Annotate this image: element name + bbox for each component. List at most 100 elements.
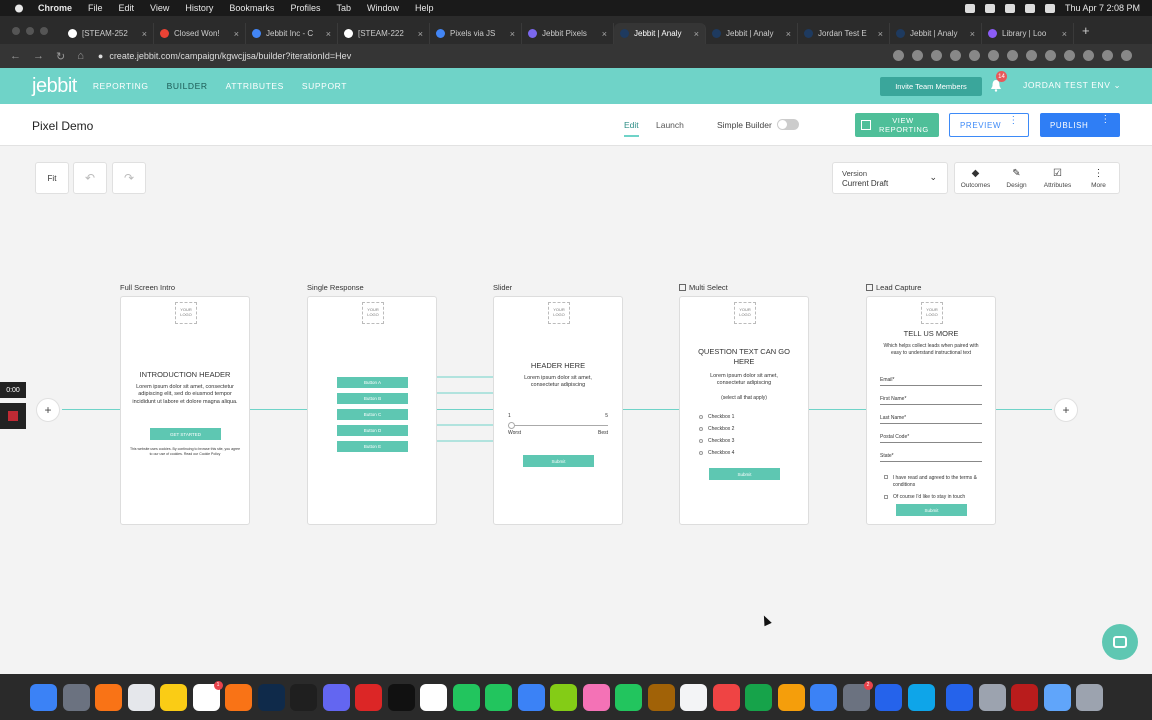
- tab-edit[interactable]: Edit: [624, 120, 639, 137]
- answer-button-c[interactable]: Button C: [337, 409, 408, 420]
- answer-button-b[interactable]: Button B: [337, 393, 408, 404]
- skype-app[interactable]: [907, 683, 935, 711]
- browser-tab[interactable]: [STEAM-222 ×: [338, 23, 430, 44]
- dropbox-app[interactable]: [875, 683, 902, 711]
- extension-icon[interactable]: [988, 50, 999, 61]
- menu-tab[interactable]: Tab: [336, 3, 351, 13]
- close-tab-icon[interactable]: ×: [694, 29, 699, 39]
- close-tab-icon[interactable]: ×: [510, 29, 515, 39]
- menu-help[interactable]: Help: [415, 3, 434, 13]
- share-icon[interactable]: [893, 50, 904, 61]
- zoom-window-button[interactable]: [40, 27, 48, 35]
- close-window-button[interactable]: [12, 27, 20, 35]
- forward-icon[interactable]: →: [33, 50, 44, 63]
- checkbox-option-4[interactable]: Checkbox 4: [699, 450, 734, 456]
- nav-support[interactable]: SUPPORT: [302, 81, 347, 91]
- close-tab-icon[interactable]: ×: [326, 29, 331, 39]
- terms-checkbox[interactable]: I have read and agreed to the terms & co…: [884, 475, 984, 488]
- more-button[interactable]: ⋮ More: [1078, 163, 1119, 193]
- screen-card-lead-capture[interactable]: YOUR LOGO TELL US MORE Which helps colle…: [866, 296, 996, 525]
- preview-more-icon[interactable]: ⋮: [1008, 116, 1019, 126]
- publish-button[interactable]: PUBLISH ⋮: [1040, 113, 1120, 137]
- extension-icon[interactable]: [969, 50, 980, 61]
- photoshop-app[interactable]: [257, 683, 285, 711]
- home-icon[interactable]: ⌂: [77, 50, 84, 63]
- chrome-app[interactable]: [127, 683, 155, 711]
- menubar-clock[interactable]: Thu Apr 7 2:08 PM: [1065, 3, 1140, 13]
- browser-tab[interactable]: Pixels via JS ×: [430, 23, 522, 44]
- checkbox-option-1[interactable]: Checkbox 1: [699, 414, 734, 420]
- firefox-app[interactable]: [95, 683, 122, 711]
- maps-app[interactable]: [550, 683, 577, 711]
- record-status-icon[interactable]: [964, 3, 975, 13]
- extension-icon[interactable]: [1026, 50, 1037, 61]
- get-started-button[interactable]: GET STARTED: [150, 428, 221, 440]
- preview-button[interactable]: PREVIEW ⋮: [949, 113, 1029, 137]
- email-field[interactable]: Email*: [880, 377, 982, 386]
- url-field[interactable]: ● create.jebbit.com/campaign/kgwcjjsa/bu…: [98, 51, 351, 61]
- browser-tab[interactable]: Jebbit Inc - C ×: [246, 23, 338, 44]
- browser-tab[interactable]: Jebbit | Analy ×: [706, 23, 798, 44]
- attributes-button[interactable]: ☑ Attributes: [1037, 163, 1078, 193]
- menu-chrome[interactable]: Chrome: [38, 3, 72, 13]
- extension-icon[interactable]: [931, 50, 942, 61]
- facetime-app[interactable]: [615, 683, 642, 711]
- design-button[interactable]: ✎ Design: [996, 163, 1037, 193]
- invite-team-members-button[interactable]: Invite Team Members: [880, 77, 982, 96]
- browser-tab[interactable]: Jebbit | Analy ×: [890, 23, 982, 44]
- mail-app[interactable]: [517, 683, 545, 711]
- extension-icon[interactable]: [1045, 50, 1056, 61]
- gear-status-icon[interactable]: [984, 3, 995, 13]
- menu-bookmarks[interactable]: Bookmarks: [229, 3, 274, 13]
- menu-view[interactable]: View: [150, 3, 169, 13]
- menu-history[interactable]: History: [185, 3, 213, 13]
- extension-icon[interactable]: [1007, 50, 1018, 61]
- apple-icon[interactable]: [14, 3, 24, 13]
- multi-submit-button[interactable]: Submit: [709, 468, 780, 480]
- extensions-puzzle-icon[interactable]: [1083, 50, 1094, 61]
- undo-icon[interactable]: ↶: [73, 162, 107, 194]
- checkbox-option-3[interactable]: Checkbox 3: [699, 438, 734, 444]
- answer-button-a[interactable]: Button A: [337, 377, 408, 388]
- browser-tab[interactable]: Jordan Test E ×: [798, 23, 890, 44]
- finder-app[interactable]: [30, 683, 57, 711]
- settings-app[interactable]: 2: [842, 680, 873, 711]
- pages-app[interactable]: [777, 683, 805, 711]
- terminal-app[interactable]: [387, 683, 415, 711]
- lead-submit-button[interactable]: Submit: [896, 504, 967, 516]
- back-icon[interactable]: ←: [10, 50, 21, 63]
- nav-reporting[interactable]: REPORTING: [93, 81, 149, 91]
- checkbox-option-2[interactable]: Checkbox 2: [699, 426, 734, 432]
- outcomes-button[interactable]: ◆ Outcomes: [955, 163, 996, 193]
- browser-tab[interactable]: Jebbit | Analy ×: [614, 23, 706, 44]
- screen-app[interactable]: [978, 683, 1006, 711]
- close-tab-icon[interactable]: ×: [602, 29, 607, 39]
- menu-file[interactable]: File: [88, 3, 103, 13]
- answer-button-e[interactable]: Button E: [337, 441, 408, 452]
- close-tab-icon[interactable]: ×: [142, 29, 147, 39]
- calendar-app[interactable]: [420, 683, 447, 711]
- minimize-window-button[interactable]: [26, 27, 34, 35]
- menu-window[interactable]: Window: [367, 3, 399, 13]
- last-name-field[interactable]: Last Name*: [880, 415, 982, 424]
- simple-builder-toggle[interactable]: [777, 119, 799, 130]
- dictionary-app[interactable]: [1011, 683, 1038, 711]
- slack-app[interactable]: 1: [192, 680, 223, 711]
- screen-card-single-response[interactable]: YOUR LOGO Button A Button B Button C But…: [307, 296, 437, 525]
- spotify-app[interactable]: [452, 683, 480, 711]
- close-tab-icon[interactable]: ×: [1062, 29, 1067, 39]
- menu-profiles[interactable]: Profiles: [290, 3, 320, 13]
- first-name-field[interactable]: First Name*: [880, 396, 982, 405]
- figma-app[interactable]: [290, 683, 317, 711]
- add-screen-after-button[interactable]: +: [1054, 398, 1078, 422]
- tab-launch[interactable]: Launch: [656, 120, 684, 130]
- notes-app[interactable]: [160, 683, 187, 711]
- redo-icon[interactable]: ↷: [112, 162, 146, 194]
- creative-cloud-app[interactable]: [355, 683, 382, 711]
- version-select[interactable]: Version Current Draft ⌄: [832, 162, 948, 194]
- add-screen-before-button[interactable]: +: [36, 398, 60, 422]
- view-reporting-button[interactable]: VIEW REPORTING: [855, 113, 939, 137]
- extension-icon[interactable]: [950, 50, 961, 61]
- slider-track[interactable]: [508, 425, 608, 426]
- close-tab-icon[interactable]: ×: [786, 29, 791, 39]
